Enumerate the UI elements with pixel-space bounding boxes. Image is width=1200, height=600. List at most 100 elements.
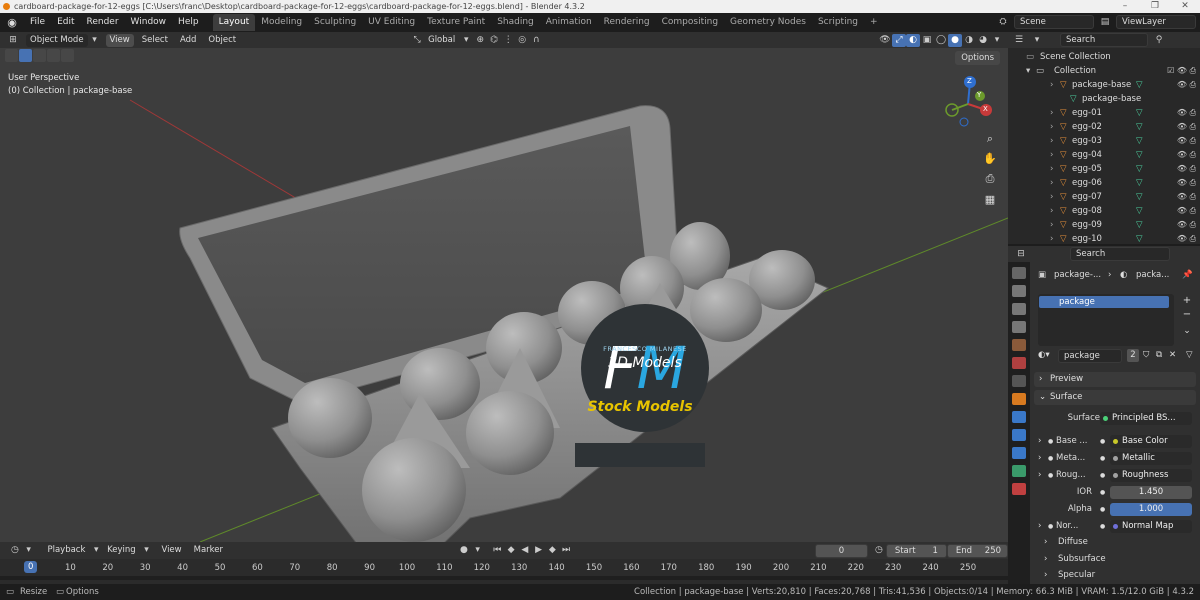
tab-geometry-nodes[interactable]: Geometry Nodes [724,14,812,31]
select-new-icon[interactable] [19,49,32,62]
surface-shader-field[interactable]: Principled BS... [1100,412,1192,425]
physics-tab-icon[interactable] [1012,447,1026,459]
pan-hand-icon[interactable]: ✋ [981,150,999,168]
menu-timeline-view[interactable]: View [157,544,185,557]
jump-keyframe-back-icon[interactable]: ◆ [504,544,518,557]
xray-icon[interactable]: ▣ [920,34,934,47]
timeline-scrollbar[interactable] [0,576,1008,580]
timeline-track[interactable]: 0 10 20 30 40 50 60 70 80 90 100 110 120 130 140 150 160… [0,559,1008,584]
material-slot-item[interactable]: package [1039,296,1169,308]
zoom-icon[interactable]: ⌕ [981,130,999,148]
view-layer-field[interactable]: ViewLayer [1116,15,1196,29]
scene-icon[interactable]: ⛭ [996,16,1010,29]
menu-playback[interactable]: Playback [43,544,89,557]
playhead-frame[interactable]: 0 [24,561,38,573]
end-frame-field[interactable]: End 250 [946,543,1009,558]
outliner-item[interactable]: › ▽ package-base ▽ 👁 ⎙ [1008,78,1200,92]
wireframe-shading-icon[interactable]: ◯ [934,34,948,47]
snap-icon[interactable]: ⌬ [487,34,501,47]
rendered-shading-icon[interactable]: ◕ [976,34,990,47]
blender-menu-icon[interactable]: ◉ [0,16,24,29]
chevron-right-icon[interactable]: › [1038,434,1041,449]
chevron-right-icon[interactable]: › [1050,148,1053,162]
tab-animation[interactable]: Animation [540,14,598,31]
tab-rendering[interactable]: Rendering [598,14,656,31]
menu-window[interactable]: Window [125,13,173,32]
solid-shading-icon[interactable]: ● [948,33,962,47]
close-icon[interactable]: ✕ [1170,0,1200,13]
outliner-item[interactable]: › ▽ egg-04 ▽ 👁 ⎙ [1008,148,1200,162]
collection-row[interactable]: ▾ ▭ Collection ☑ 👁 ⎙ [1008,64,1200,78]
outliner-item[interactable]: › ▽ egg-06 ▽ 👁 ⎙ [1008,176,1200,190]
current-frame-field[interactable]: 0 [814,543,869,558]
diffuse-row[interactable]: › Diffuse [1030,535,1200,550]
chevron-right-icon[interactable]: › [1050,232,1053,244]
minimize-icon[interactable]: – [1110,0,1140,13]
overlays-icon[interactable]: ◐ [906,33,920,47]
pivot-icon[interactable]: ⊕ [473,34,487,47]
visibility-icon[interactable]: 👁 ⎙ [1177,134,1196,148]
chevron-right-icon[interactable]: › [1050,176,1053,190]
outliner-item[interactable]: › ▽ egg-08 ▽ 👁 ⎙ [1008,204,1200,218]
jump-end-icon[interactable]: ⏭ [559,544,573,557]
filter-icon[interactable]: ⚲ [1152,34,1166,47]
outliner-item[interactable]: › ▽ egg-10 ▽ 👁 ⎙ [1008,232,1200,244]
collection-tab-icon[interactable] [1012,375,1026,387]
chevron-right-icon[interactable]: › [1050,162,1053,176]
timeline-editor-icon[interactable]: ◷ [8,544,22,557]
record-icon[interactable]: ● [457,544,471,557]
falloff-icon[interactable]: ∩ [529,34,543,47]
visibility-icon[interactable]: 👁 ⎙ [1177,176,1196,190]
mode-select[interactable]: Object Mode [26,33,88,47]
tab-compositing[interactable]: Compositing [656,14,724,31]
material-name-field[interactable]: package [1058,349,1122,363]
play-reverse-icon[interactable]: ◀ [518,544,532,557]
chevron-right-icon[interactable]: › [1050,120,1053,134]
outliner-item[interactable]: ▽ package-base [1008,92,1200,106]
shader-input-value[interactable]: Roughness [1110,469,1192,482]
menu-help[interactable]: Help [172,13,205,32]
chevron-right-icon[interactable]: › [1050,134,1053,148]
specular-row[interactable]: › Specular [1030,568,1200,583]
outliner-item[interactable]: › ▽ egg-01 ▽ 👁 ⎙ [1008,106,1200,120]
visibility-icon[interactable]: 👁 ⎙ [1177,162,1196,176]
visibility-icon[interactable]: 👁 ⎙ [1177,120,1196,134]
subsurface-row[interactable]: › Subsurface [1030,552,1200,567]
select-tool-icon[interactable] [5,49,18,62]
view-layer-icon[interactable]: ▤ [1098,16,1112,29]
menu-file[interactable]: File [24,13,51,32]
add-slot-icon[interactable]: + [1180,294,1194,308]
outliner-item[interactable]: › ▽ egg-05 ▽ 👁 ⎙ [1008,162,1200,176]
jump-keyframe-forward-icon[interactable]: ◆ [545,544,559,557]
menu-view[interactable]: View [105,33,134,47]
shader-input-value[interactable]: Metallic [1110,452,1192,465]
material-users-count[interactable]: 2 [1127,349,1139,362]
outliner-editor-icon[interactable]: ☰ [1012,34,1026,47]
outliner-item[interactable]: › ▽ egg-09 ▽ 👁 ⎙ [1008,218,1200,232]
preview-panel-header[interactable]: › Preview [1034,372,1196,387]
menu-edit[interactable]: Edit [51,13,80,32]
output-tab-icon[interactable] [1012,303,1026,315]
properties-search-input[interactable]: Search [1070,247,1170,261]
menu-select[interactable]: Select [138,34,172,47]
tab-texture-paint[interactable]: Texture Paint [421,14,491,31]
jump-start-icon[interactable]: ⏮ [490,544,504,557]
grid-view-icon[interactable]: ▦ [981,191,999,209]
pin-icon[interactable]: 📌 [1182,268,1193,283]
unlink-material-icon[interactable]: ✕ [1169,348,1176,363]
shader-input-value[interactable]: Normal Map [1110,520,1192,533]
visibility-icon[interactable]: 👁 ⎙ [1177,204,1196,218]
surface-panel-header[interactable]: ⌄ Surface [1034,390,1196,405]
visibility-icon[interactable]: 👁 ⎙ [1177,106,1196,120]
material-shading-icon[interactable]: ◑ [962,34,976,47]
menu-add[interactable]: Add [176,34,200,47]
remove-slot-icon[interactable]: − [1180,308,1194,322]
material-tab-icon[interactable] [1012,483,1026,495]
chevron-right-icon[interactable]: › [1038,468,1041,483]
tab-modeling[interactable]: Modeling [255,14,308,31]
scene-collection-row[interactable]: ▭ Scene Collection [1008,50,1200,64]
chevron-right-icon[interactable]: › [1038,519,1041,534]
tool-tab-icon[interactable] [1012,267,1026,279]
menu-keying[interactable]: Keying [103,544,140,557]
start-frame-field[interactable]: Start 1 [885,543,947,558]
